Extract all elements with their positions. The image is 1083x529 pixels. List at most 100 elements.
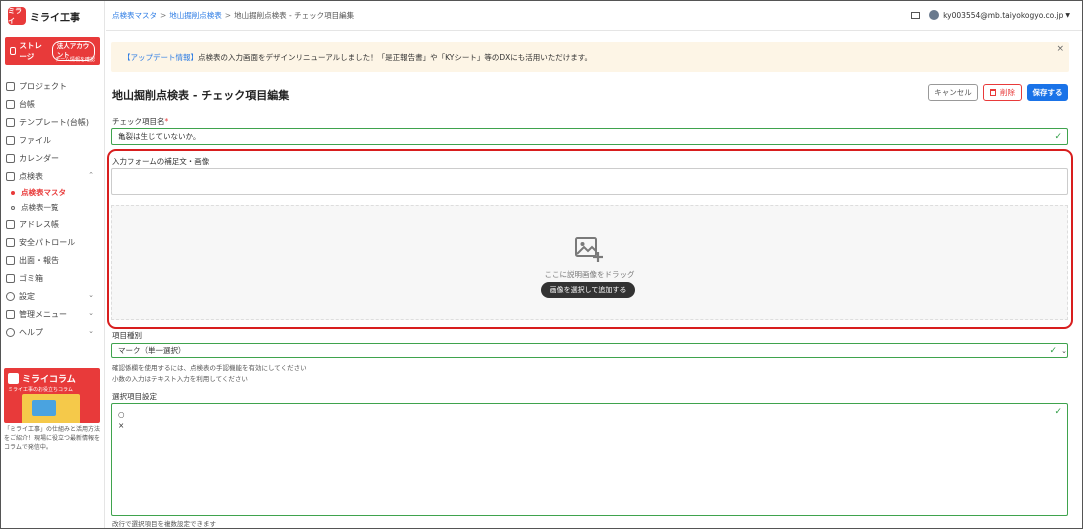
storage-label: ストレージ: [19, 41, 42, 61]
sidebar-item-patrol[interactable]: 安全パトロール: [1, 233, 104, 251]
sidebar-item-label: アドレス帳: [19, 219, 59, 229]
brand-logo-icon: ミライ: [8, 7, 26, 25]
mail-icon[interactable]: [911, 11, 921, 19]
report-icon: [6, 255, 15, 265]
sidebar-item-ledger[interactable]: 台帳: [1, 95, 104, 113]
chevron-down-icon: ⌄: [88, 327, 94, 335]
item-name-input[interactable]: 亀裂は生じていないか。 ✓: [111, 128, 1068, 145]
close-icon[interactable]: ×: [1056, 44, 1064, 54]
admin-icon: [6, 309, 15, 319]
item-name-label: チェック項目名*: [112, 116, 168, 127]
item-type-select[interactable]: マーク（単一選択） ✓ ⌄: [111, 343, 1068, 358]
brand[interactable]: ミライ ミライ工事: [1, 1, 104, 31]
team-info-link[interactable]: チーム情報を確認: [55, 56, 95, 63]
sidebar-item-label: 管理メニュー: [19, 309, 67, 319]
options-label: 選択項目設定: [112, 392, 157, 401]
chevron-up-icon: ⌃: [88, 171, 94, 179]
sidebar-subitem-label: 点検表マスタ: [21, 188, 66, 197]
sidebar-subitem-label: 点検表一覧: [21, 203, 59, 212]
option-line: ○: [118, 410, 125, 419]
breadcrumb-checklist-master[interactable]: 点検表マスタ: [112, 10, 157, 21]
sidebar-item-label: 設定: [19, 291, 35, 301]
required-mark: *: [164, 117, 169, 126]
update-banner: 【アップデート情報】 点検表の入力画面をデザインリニューアルしました！「是正報告…: [111, 42, 1069, 72]
help-icon: [6, 327, 15, 337]
cancel-button[interactable]: キャンセル: [928, 84, 978, 101]
add-image-icon: [575, 237, 603, 262]
item-type-label: 項目種別: [112, 331, 142, 340]
column-banner[interactable]: ミライコラム ミライ工事のお役立ちコラム: [4, 368, 100, 423]
header: 点検表マスタ > 地山掘削点検表 > 地山掘削点検表 - チェック項目編集 ky…: [106, 1, 1082, 31]
gear-icon: [6, 291, 15, 301]
sidebar-item-project[interactable]: プロジェクト: [1, 77, 104, 95]
breadcrumb-separator: >: [160, 11, 167, 20]
save-button[interactable]: 保存する: [1027, 84, 1068, 101]
sidebar-item-label: テンプレート(台帳): [19, 117, 90, 127]
file-icon: [6, 135, 15, 145]
bullet-icon: [11, 190, 15, 195]
check-icon: ✓: [1049, 345, 1057, 356]
storage-icon: [10, 47, 17, 55]
sidebar-item-label: 点検表: [19, 171, 43, 181]
chevron-down-icon: ⌄: [1061, 346, 1067, 355]
option-line: ×: [118, 421, 125, 430]
project-icon: [6, 81, 15, 91]
sidebar-item-report[interactable]: 出面・報告: [1, 251, 104, 269]
page-title: 地山掘削点検表 - チェック項目編集: [112, 89, 290, 102]
sidebar-item-label: 安全パトロール: [19, 237, 76, 247]
sidebar-item-admin[interactable]: 管理メニュー ⌄: [1, 305, 104, 323]
storage-card[interactable]: ストレージ 法人アカウント チーム情報を確認: [5, 37, 100, 65]
image-dropzone[interactable]: ここに説明画像をドラッグ 画像を選択して追加する: [111, 205, 1068, 320]
address-book-icon: [6, 219, 15, 229]
trash-icon: [990, 89, 996, 96]
sidebar-item-help[interactable]: ヘルプ ⌄: [1, 323, 104, 341]
sidebar-item-label: カレンダー: [19, 153, 59, 163]
options-textarea[interactable]: ○ × ✓: [111, 403, 1068, 516]
supplement-label: 入力フォームの補足文・画像: [112, 157, 210, 166]
check-icon: ✓: [1054, 407, 1062, 417]
sidebar-subitem-checklist-list[interactable]: 点検表一覧: [1, 200, 104, 215]
item-type-help-1: 確認係欄を使用するには、点検表の手認機能を有効にしてください: [112, 364, 307, 372]
options-help: 改行で選択項目を複数設定できます: [112, 520, 216, 528]
sidebar-item-label: 出面・報告: [19, 255, 59, 265]
sidebar-item-label: ファイル: [19, 135, 51, 145]
user-email: ky003554@mb.taiyokogyo.co.jp: [943, 10, 1064, 20]
column-title: ミライコラム: [22, 375, 76, 385]
column-subtitle: ミライ工事のお役立ちコラム: [8, 387, 73, 393]
item-type-value: マーク（単一選択）: [118, 346, 186, 355]
breadcrumb-checklist[interactable]: 地山掘削点検表: [169, 10, 222, 21]
avatar: [929, 10, 940, 20]
delete-button-label: 削除: [1000, 88, 1015, 97]
dropzone-hint: ここに説明画像をドラッグ: [544, 270, 635, 279]
breadcrumb-current: 地山掘削点検表 - チェック項目編集: [234, 11, 355, 20]
column-logo-icon: [8, 373, 19, 384]
sidebar-item-settings[interactable]: 設定 ⌄: [1, 287, 104, 305]
sidebar-item-trash[interactable]: ゴミ箱: [1, 269, 104, 287]
sidebar-item-label: プロジェクト: [19, 81, 67, 91]
calendar-icon: [6, 153, 15, 163]
chevron-down-icon: ⌄: [88, 291, 94, 299]
user-menu[interactable]: ky003554@mb.taiyokogyo.co.jp ▼: [911, 10, 1070, 20]
supplement-textarea[interactable]: [111, 168, 1068, 195]
brand-name: ミライ工事: [30, 12, 80, 24]
checklist-icon: [6, 171, 15, 181]
patrol-icon: [6, 237, 15, 247]
update-banner-tag[interactable]: 【アップデート情報】: [123, 52, 198, 63]
column-illustration: [22, 394, 80, 423]
delete-button[interactable]: 削除: [983, 84, 1022, 101]
ledger-icon: [6, 99, 15, 109]
sidebar-item-file[interactable]: ファイル: [1, 131, 104, 149]
breadcrumb-separator: >: [224, 11, 232, 20]
sidebar-item-label: ヘルプ: [19, 327, 43, 337]
chevron-down-icon: ⌄: [88, 309, 94, 317]
sidebar-item-address-book[interactable]: アドレス帳: [1, 215, 104, 233]
sidebar-item-calendar[interactable]: カレンダー: [1, 149, 104, 167]
sidebar-item-template[interactable]: テンプレート(台帳): [1, 113, 104, 131]
sidebar-subitem-checklist-master[interactable]: 点検表マスタ: [1, 185, 104, 200]
item-type-help-2: 小数の入力はテキスト入力を利用してください: [112, 375, 248, 383]
select-image-button[interactable]: 画像を選択して追加する: [541, 282, 635, 298]
check-icon: ✓: [1054, 131, 1062, 142]
sidebar-item-checklist[interactable]: 点検表 ⌃: [1, 167, 104, 185]
sidebar-item-label: ゴミ箱: [19, 273, 43, 283]
trash-icon: [6, 273, 15, 283]
